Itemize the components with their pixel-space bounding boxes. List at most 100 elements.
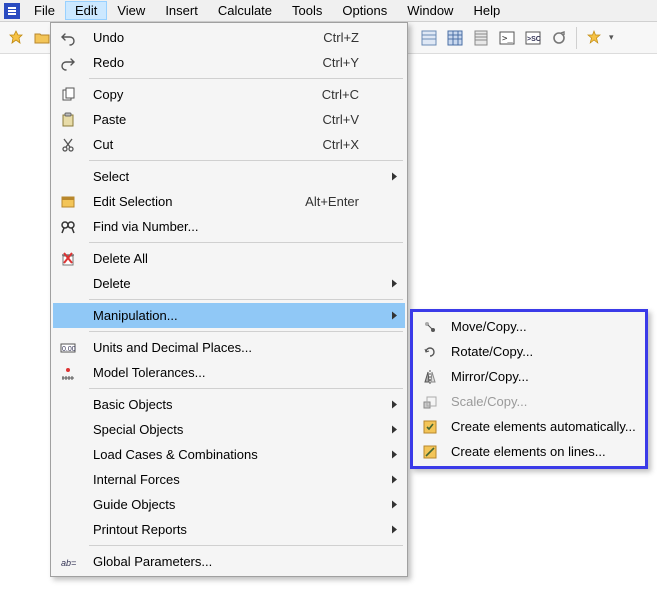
menu-item-printout-reports[interactable]: Printout Reports [53, 517, 405, 542]
menubar-item-view[interactable]: View [107, 1, 155, 20]
submenu-item-label: Create elements on lines... [445, 444, 625, 459]
menu-separator [89, 160, 403, 161]
menu-item-manipulation[interactable]: Manipulation... [53, 303, 405, 328]
menubar-item-help[interactable]: Help [463, 1, 510, 20]
menubar-item-options[interactable]: Options [332, 1, 397, 20]
toolbar-separator [576, 27, 577, 49]
menu-item-guide-objects[interactable]: Guide Objects [53, 492, 405, 517]
toolbar-panel[interactable] [469, 26, 493, 50]
global-params-icon: ab= [53, 554, 83, 570]
toolbar-grid1[interactable] [417, 26, 441, 50]
toolbar-terminal[interactable]: >_ [495, 26, 519, 50]
menu-item-basic-objects[interactable]: Basic Objects [53, 392, 405, 417]
menu-item-units-and-decimal-places[interactable]: 0.00Units and Decimal Places... [53, 335, 405, 360]
menu-item-model-tolerances[interactable]: Model Tolerances... [53, 360, 405, 385]
menu-item-paste[interactable]: PasteCtrl+V [53, 107, 405, 132]
menu-separator [89, 388, 403, 389]
units-icon: 0.00 [53, 340, 83, 356]
submenu-arrow-icon [391, 169, 399, 184]
submenu-arrow-icon [391, 522, 399, 537]
copy-icon [53, 87, 83, 103]
menu-item-redo[interactable]: RedoCtrl+Y [53, 50, 405, 75]
submenu-item-create-elements-on-lines[interactable]: Create elements on lines... [415, 439, 643, 464]
menubar-item-calculate[interactable]: Calculate [208, 1, 282, 20]
toolbar-star[interactable] [582, 26, 606, 50]
menu-item-shortcut: Ctrl+Y [323, 55, 387, 70]
toolbar-new[interactable] [4, 26, 28, 50]
menu-item-special-objects[interactable]: Special Objects [53, 417, 405, 442]
submenu-arrow-icon [391, 308, 399, 323]
menu-item-shortcut: Ctrl+Z [323, 30, 387, 45]
submenu-item-label: Create elements automatically... [445, 419, 636, 434]
menu-item-copy[interactable]: CopyCtrl+C [53, 82, 405, 107]
rotate-copy-icon [415, 344, 445, 360]
menubar-item-tools[interactable]: Tools [282, 1, 332, 20]
menu-item-label: Redo [83, 55, 323, 70]
menu-item-select[interactable]: Select [53, 164, 405, 189]
menu-separator [89, 299, 403, 300]
create-auto-icon [415, 419, 445, 435]
toolbar-refresh[interactable] [547, 26, 571, 50]
menu-item-find-via-number[interactable]: Find via Number... [53, 214, 405, 239]
menu-item-label: Select [83, 169, 387, 184]
menu-item-label: Units and Decimal Places... [83, 340, 387, 355]
edit-menu-dropdown: UndoCtrl+ZRedoCtrl+YCopyCtrl+CPasteCtrl+… [50, 22, 408, 577]
svg-text:>SC: >SC [527, 36, 541, 43]
menu-item-delete-all[interactable]: Delete All [53, 246, 405, 271]
submenu-item-label: Move/Copy... [445, 319, 625, 334]
menu-item-shortcut: Ctrl+X [323, 137, 387, 152]
menu-item-cut[interactable]: CutCtrl+X [53, 132, 405, 157]
menu-item-undo[interactable]: UndoCtrl+Z [53, 25, 405, 50]
menu-item-label: Model Tolerances... [83, 365, 387, 380]
submenu-arrow-icon [391, 472, 399, 487]
menu-item-shortcut: Ctrl+C [322, 87, 387, 102]
menu-item-label: Copy [83, 87, 322, 102]
mirror-copy-icon [415, 369, 445, 385]
submenu-arrow-icon [391, 422, 399, 437]
menu-item-label: Paste [83, 112, 323, 127]
menu-item-label: Special Objects [83, 422, 387, 437]
toolbar-sc[interactable]: >SC [521, 26, 545, 50]
menu-item-label: Load Cases & Combinations [83, 447, 387, 462]
submenu-item-move-copy[interactable]: Move/Copy... [415, 314, 643, 339]
menu-item-internal-forces[interactable]: Internal Forces [53, 467, 405, 492]
menu-item-label: Internal Forces [83, 472, 387, 487]
menubar-item-window[interactable]: Window [397, 1, 463, 20]
menu-item-edit-selection[interactable]: Edit SelectionAlt+Enter [53, 189, 405, 214]
menu-item-label: Edit Selection [83, 194, 305, 209]
delete-all-icon [53, 251, 83, 267]
submenu-item-mirror-copy[interactable]: Mirror/Copy... [415, 364, 643, 389]
redo-icon [53, 55, 83, 71]
menubar-item-insert[interactable]: Insert [155, 1, 208, 20]
submenu-item-scale-copy: Scale/Copy... [415, 389, 643, 414]
menu-item-label: Delete All [83, 251, 387, 266]
submenu-item-label: Rotate/Copy... [445, 344, 625, 359]
submenu-item-label: Mirror/Copy... [445, 369, 625, 384]
menubar: FileEditViewInsertCalculateToolsOptionsW… [0, 0, 657, 22]
undo-icon [53, 30, 83, 46]
move-copy-icon [415, 319, 445, 335]
scale-copy-icon [415, 394, 445, 410]
menu-item-label: Undo [83, 30, 323, 45]
submenu-arrow-icon [391, 447, 399, 462]
menubar-item-file[interactable]: File [24, 1, 65, 20]
menu-item-label: Manipulation... [83, 308, 387, 323]
app-icon [4, 3, 20, 19]
menubar-item-edit[interactable]: Edit [65, 1, 107, 20]
menu-item-global-parameters[interactable]: ab=Global Parameters... [53, 549, 405, 574]
menu-item-label: Find via Number... [83, 219, 387, 234]
menu-separator [89, 331, 403, 332]
submenu-item-create-elements-automatically[interactable]: Create elements automatically... [415, 414, 643, 439]
menu-separator [89, 242, 403, 243]
menu-item-label: Printout Reports [83, 522, 387, 537]
submenu-arrow-icon [391, 497, 399, 512]
find-icon [53, 219, 83, 235]
menu-item-label: Cut [83, 137, 323, 152]
menu-item-load-cases-combinations[interactable]: Load Cases & Combinations [53, 442, 405, 467]
submenu-arrow-icon [391, 397, 399, 412]
toolbar-grid2[interactable] [443, 26, 467, 50]
dropdown-arrow-icon[interactable]: ▾ [608, 32, 614, 43]
menu-item-label: Guide Objects [83, 497, 387, 512]
submenu-item-rotate-copy[interactable]: Rotate/Copy... [415, 339, 643, 364]
menu-item-delete[interactable]: Delete [53, 271, 405, 296]
